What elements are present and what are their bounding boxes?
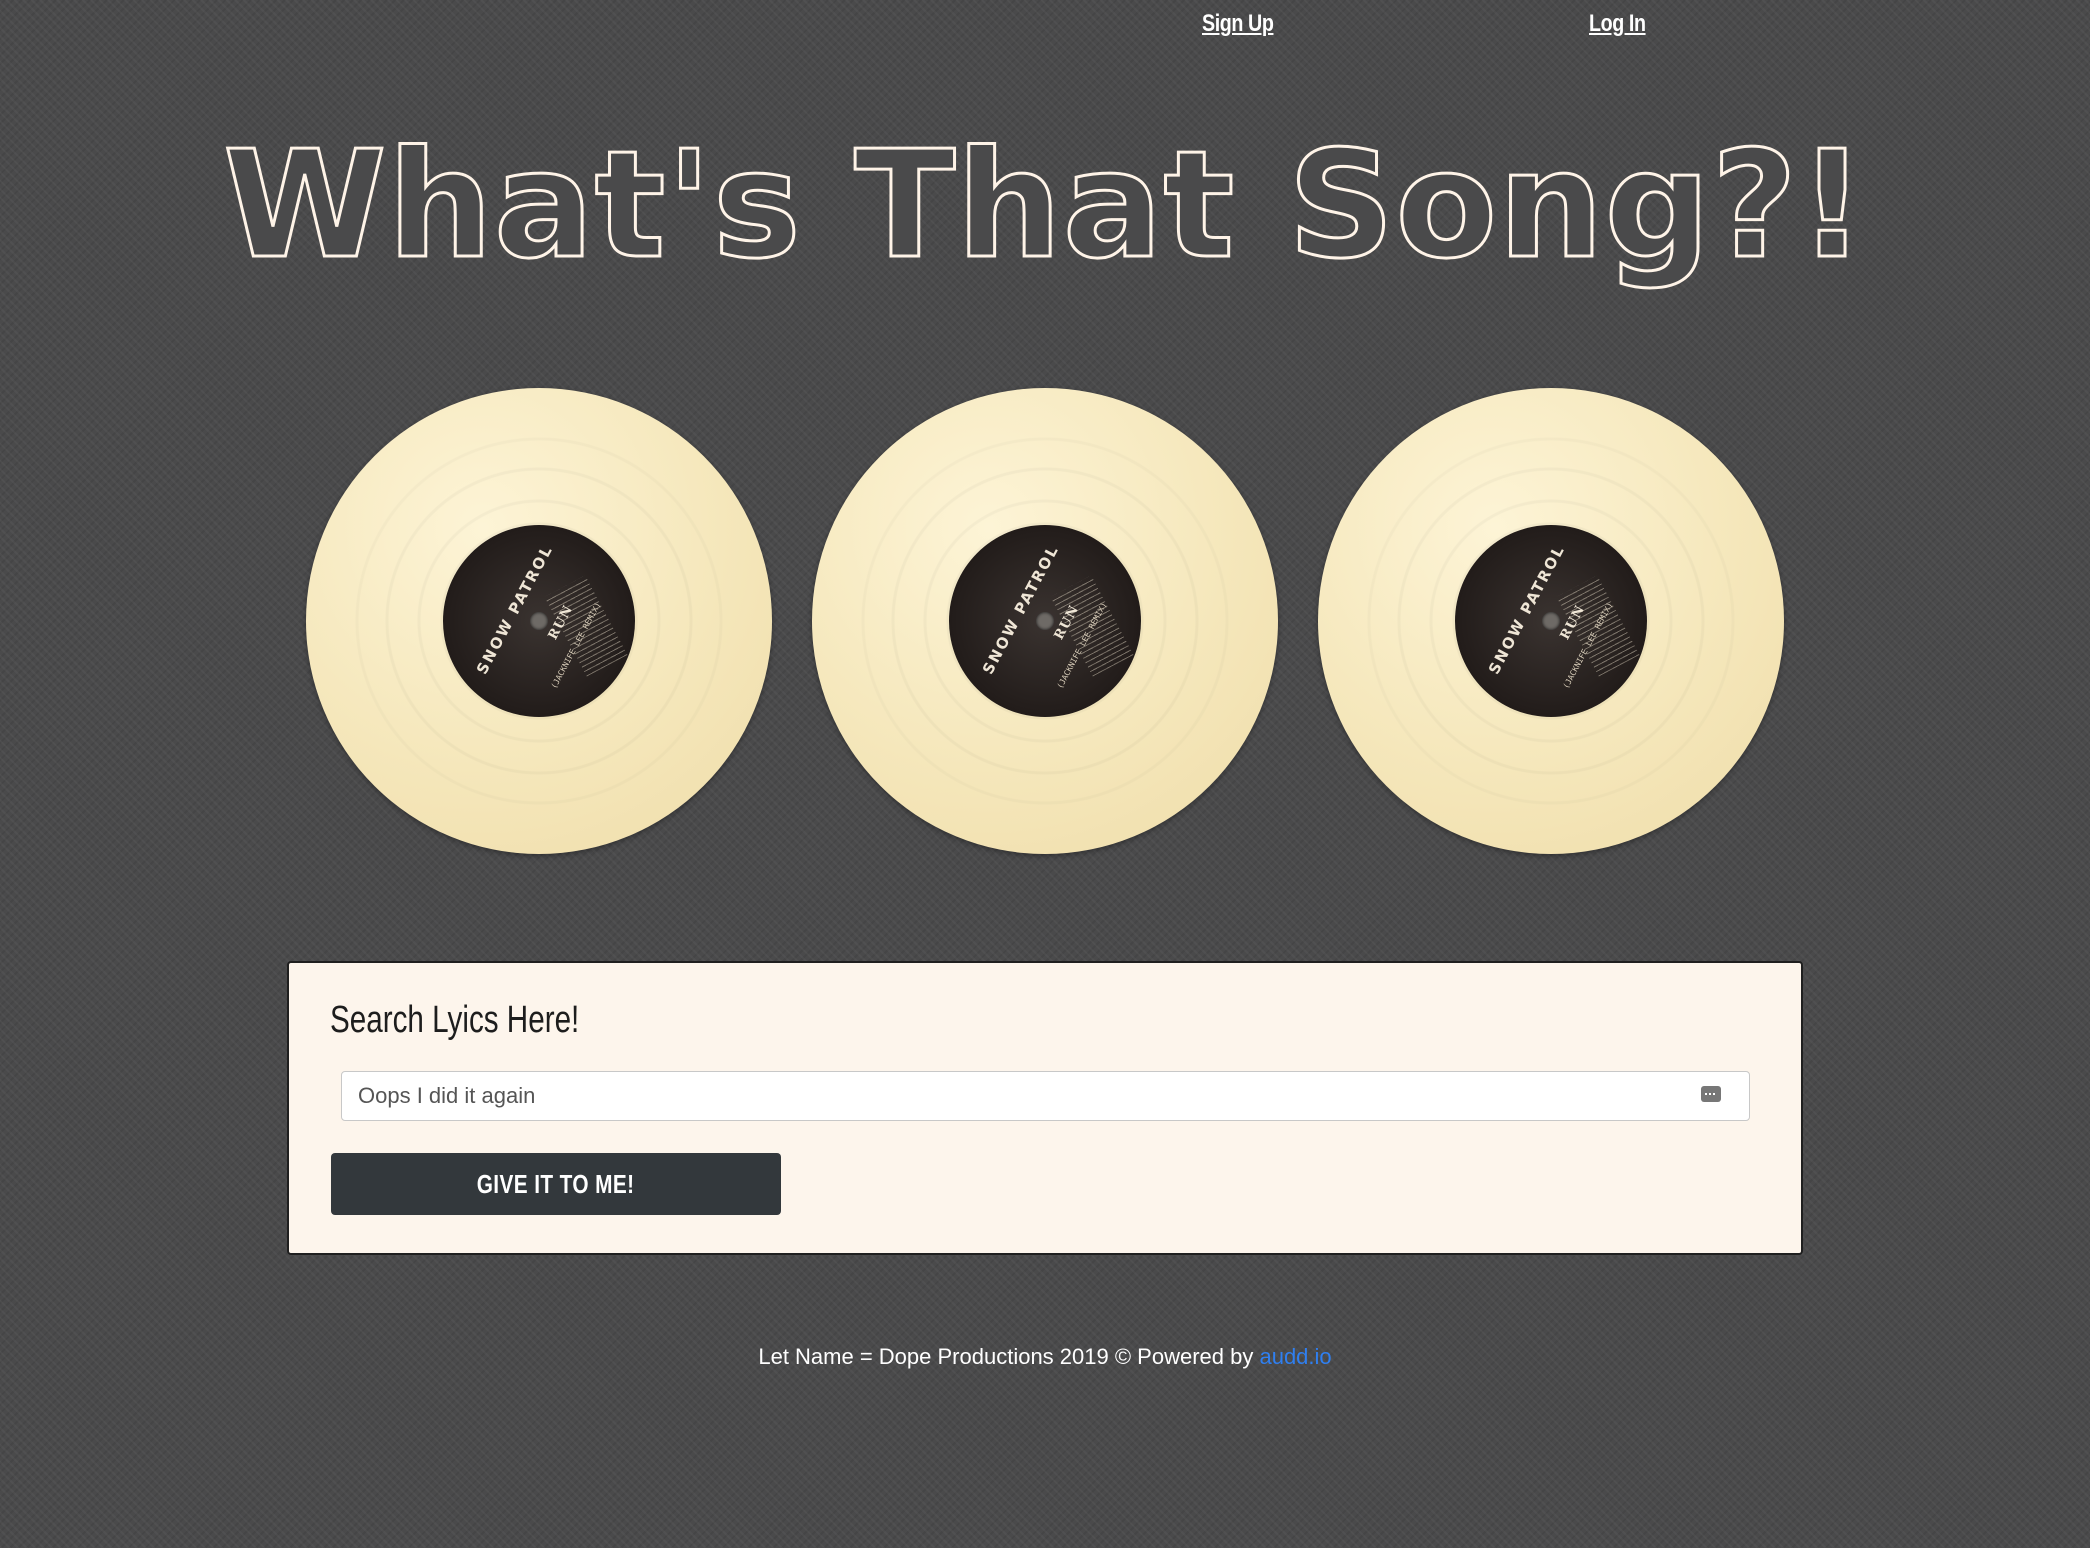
top-nav: Sign Up Log In: [0, 0, 2090, 60]
record-label: SNOW PATROL RUN (JACKNIFE LEE REMIX): [1455, 525, 1647, 717]
login-link[interactable]: Log In: [1589, 10, 1646, 38]
site-title: What's That Song?!: [222, 119, 1868, 292]
records-row: SNOW PATROL RUN (JACKNIFE LEE REMIX) SNO…: [0, 388, 2090, 858]
record-label: SNOW PATROL RUN (JACKNIFE LEE REMIX): [949, 525, 1141, 717]
keyboard-icon[interactable]: [1701, 1086, 1721, 1102]
search-card: Search Lyics Here! GIVE IT TO ME!: [287, 961, 1803, 1255]
vinyl-record-image: SNOW PATROL RUN (JACKNIFE LEE REMIX): [812, 388, 1278, 854]
audd-link[interactable]: audd.io: [1259, 1344, 1331, 1369]
footer-text: Let Name = Dope Productions 2019 © Power…: [758, 1344, 1254, 1369]
spindle-hole: [1036, 612, 1054, 630]
spindle-hole: [530, 612, 548, 630]
vinyl-record-image: SNOW PATROL RUN (JACKNIFE LEE REMIX): [1318, 388, 1784, 854]
lyrics-search-input[interactable]: [342, 1072, 1749, 1120]
record-label: SNOW PATROL RUN (JACKNIFE LEE REMIX): [443, 525, 635, 717]
search-input-container: [341, 1071, 1750, 1121]
footer: Let Name = Dope Productions 2019 © Power…: [0, 1344, 2090, 1370]
vinyl-record-image: SNOW PATROL RUN (JACKNIFE LEE REMIX): [306, 388, 772, 854]
submit-button-label: GIVE IT TO ME!: [477, 1168, 635, 1199]
signup-link[interactable]: Sign Up: [1202, 10, 1274, 38]
search-heading: Search Lyics Here!: [330, 999, 580, 1041]
submit-button[interactable]: GIVE IT TO ME!: [331, 1153, 781, 1215]
spindle-hole: [1542, 612, 1560, 630]
header: What's That Song?!: [0, 119, 2090, 292]
